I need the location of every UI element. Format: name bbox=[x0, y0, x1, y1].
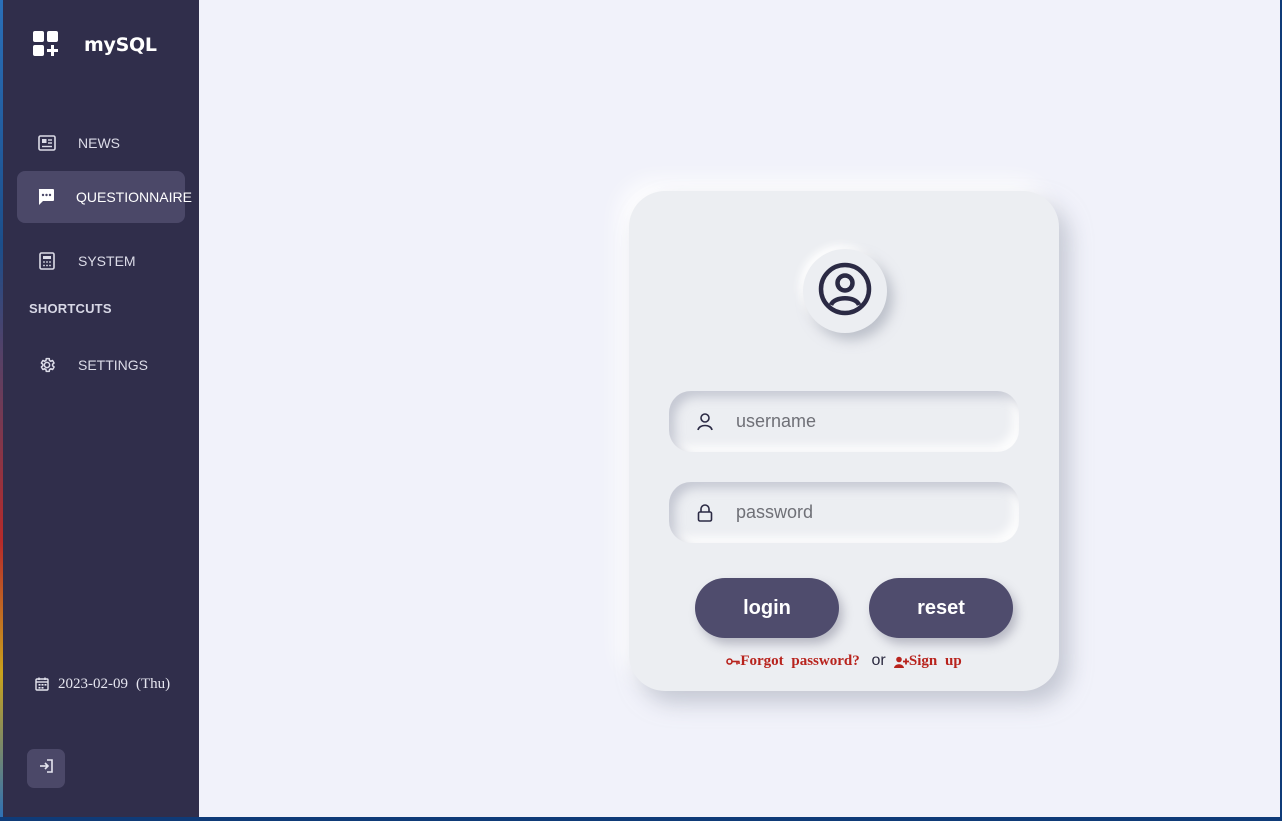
apps-plus-icon bbox=[33, 31, 61, 59]
avatar bbox=[803, 249, 887, 333]
sidebar: mySQL NEWS QUESTIONNAIRE SYSTEM SHORTCUT… bbox=[3, 0, 199, 817]
signup-link[interactable]: Sign up bbox=[893, 653, 962, 669]
key-icon bbox=[726, 658, 741, 665]
brand[interactable]: mySQL bbox=[33, 31, 157, 59]
weekday-text: (Thu) bbox=[136, 675, 171, 692]
login-card: login reset Forgot password? or Sign up bbox=[629, 191, 1059, 691]
password-field[interactable] bbox=[669, 482, 1019, 543]
sidebar-item-label: SYSTEM bbox=[78, 253, 136, 269]
signup-label: Sign up bbox=[908, 653, 962, 669]
current-date: 2023-02-09 (Thu) bbox=[35, 674, 170, 694]
user-circle-icon bbox=[817, 261, 873, 322]
section-label-shortcuts: SHORTCUTS bbox=[29, 301, 112, 316]
username-field[interactable] bbox=[669, 391, 1019, 452]
username-input[interactable] bbox=[734, 410, 988, 433]
sidebar-item-settings[interactable]: SETTINGS bbox=[17, 339, 185, 391]
reset-button[interactable]: reset bbox=[869, 578, 1013, 638]
sidebar-item-label: QUESTIONNAIRE bbox=[76, 189, 192, 205]
sidebar-item-system[interactable]: SYSTEM bbox=[17, 235, 185, 287]
password-input[interactable] bbox=[734, 501, 988, 524]
lock-icon bbox=[696, 503, 714, 523]
calculator-icon bbox=[37, 251, 57, 271]
calendar-icon bbox=[35, 677, 49, 691]
or-text: or bbox=[871, 652, 886, 669]
sidebar-item-news[interactable]: NEWS bbox=[17, 117, 185, 169]
account-links: Forgot password? or Sign up bbox=[629, 652, 1059, 670]
forgot-password-link[interactable]: Forgot password? bbox=[726, 653, 867, 669]
user-icon bbox=[696, 412, 714, 432]
sign-in-icon bbox=[38, 758, 54, 779]
taskbar-edge bbox=[0, 817, 1282, 821]
sidebar-item-label: SETTINGS bbox=[78, 357, 149, 373]
date-text: 2023-02-09 bbox=[58, 675, 128, 692]
chat-bubble-icon bbox=[37, 187, 55, 207]
gear-icon bbox=[37, 355, 57, 375]
newspaper-icon bbox=[37, 133, 57, 153]
forgot-password-label: Forgot password? bbox=[740, 653, 860, 669]
login-button[interactable]: login bbox=[695, 578, 839, 638]
user-plus-icon bbox=[893, 656, 909, 668]
sidebar-item-label: NEWS bbox=[78, 135, 120, 151]
brand-name: mySQL bbox=[84, 34, 157, 56]
sidebar-item-questionnaire[interactable]: QUESTIONNAIRE bbox=[17, 171, 192, 223]
sign-in-button[interactable] bbox=[27, 749, 65, 788]
